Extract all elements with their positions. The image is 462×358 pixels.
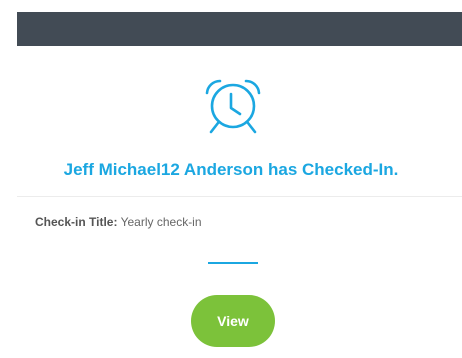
accent-divider (208, 262, 258, 264)
checkin-title-value: Yearly check-in (120, 215, 202, 229)
header-bar (17, 12, 462, 46)
divider (17, 196, 462, 197)
email-notification: Jeff Michael12 Anderson has Checked-In. … (0, 0, 462, 358)
checkin-title-row: Check-in Title: Yearly check-in (35, 215, 202, 229)
checkin-headline: Jeff Michael12 Anderson has Checked-In. (63, 160, 399, 179)
view-button[interactable]: View (191, 295, 275, 347)
checkin-title-label: Check-in Title: (35, 215, 118, 229)
alarm-clock-icon (205, 79, 261, 134)
